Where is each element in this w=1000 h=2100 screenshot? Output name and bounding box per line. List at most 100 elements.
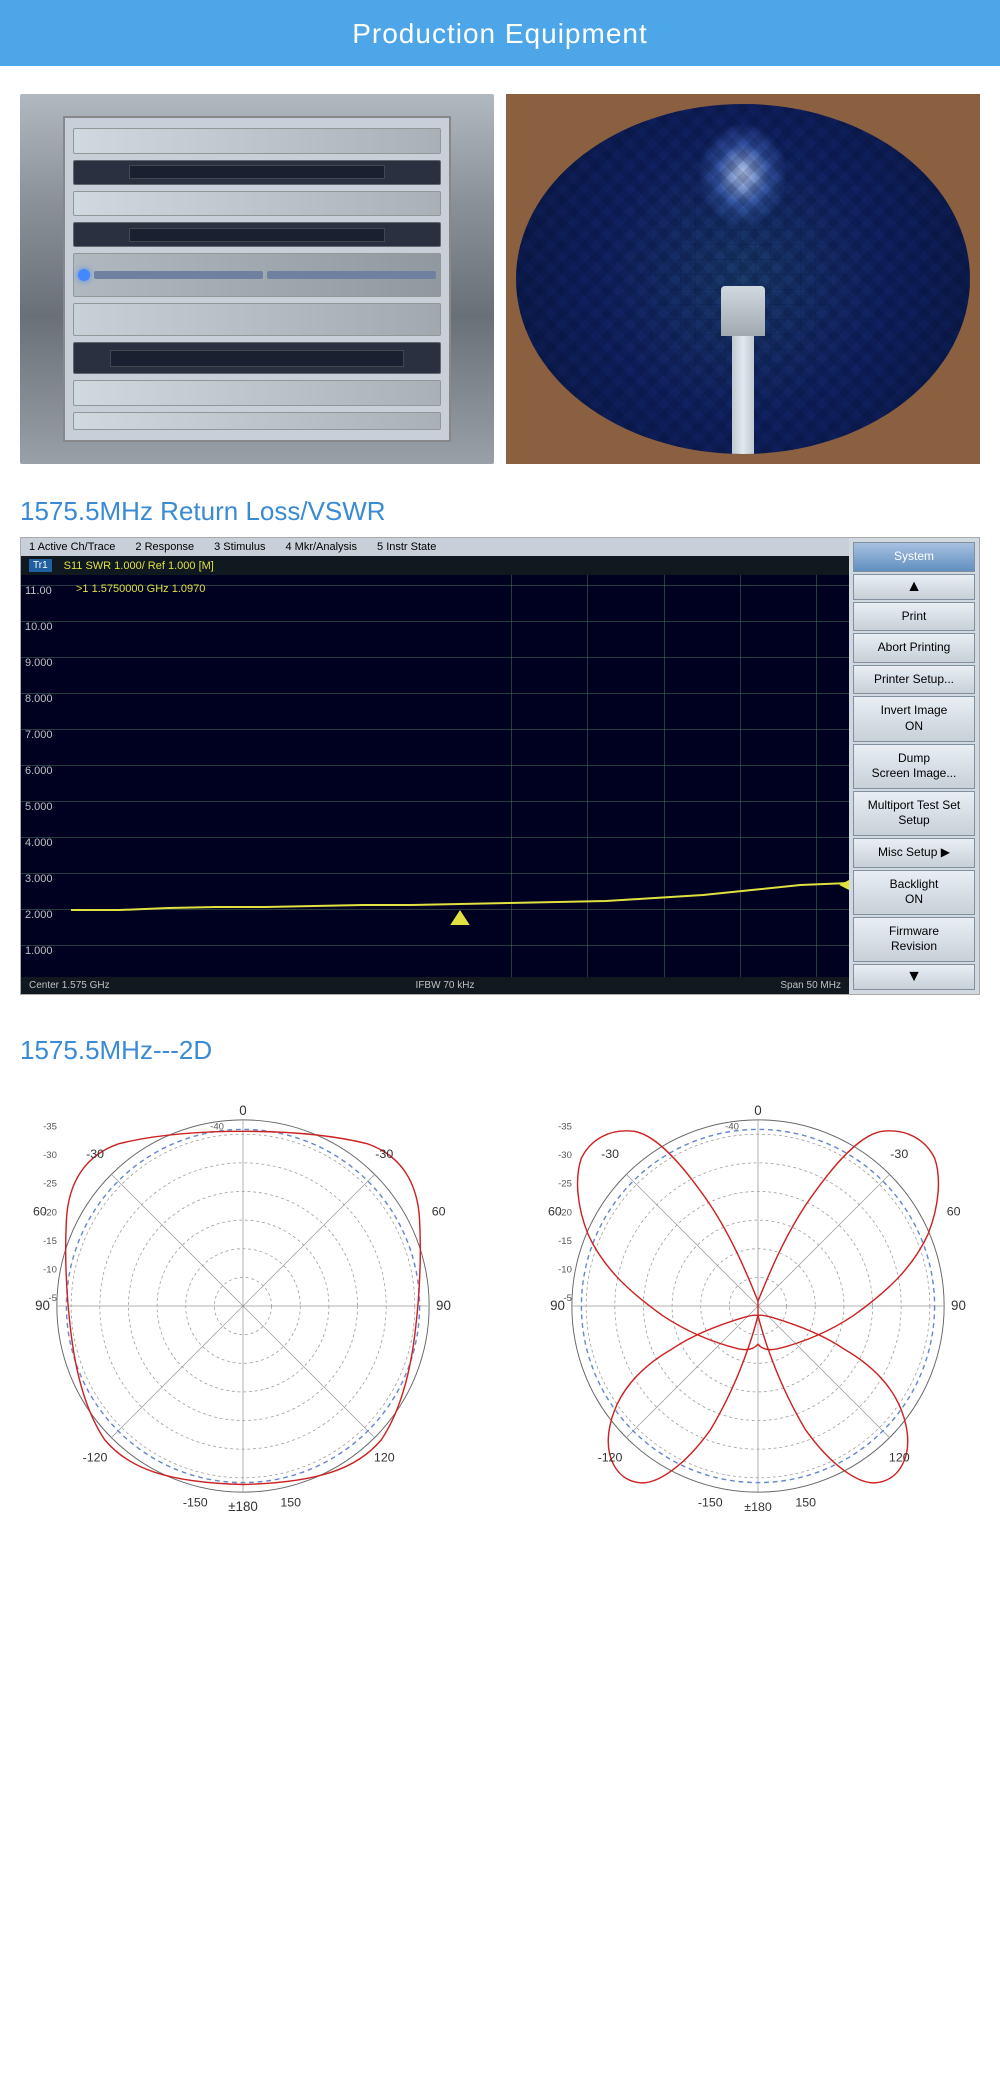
dump-screen-button[interactable]: DumpScreen Image... <box>853 744 975 789</box>
svg-text:±180: ±180 <box>744 1500 772 1514</box>
multiport-test-button[interactable]: Multiport Test SetSetup <box>853 791 975 836</box>
svg-text:-120: -120 <box>597 1450 622 1464</box>
svg-text:150: 150 <box>795 1495 816 1509</box>
span-label: Span 50 MHz <box>780 980 841 991</box>
grid-h-line <box>21 945 849 946</box>
antenna-head <box>721 286 765 336</box>
svg-text:-35: -35 <box>43 1121 57 1132</box>
svg-text:-25: -25 <box>43 1179 57 1190</box>
analyzer-sidebar: System ▲ Print Abort Printing Printer Se… <box>849 538 979 994</box>
svg-text:-30: -30 <box>43 1150 57 1161</box>
polar-charts-row: 0 ±180 90 90 -30 -30 -120 120 -5 -10 -15… <box>0 1096 1000 1516</box>
polar-chart-left-svg: 0 ±180 90 90 -30 -30 -120 120 -5 -10 -15… <box>33 1096 453 1516</box>
chamber-image <box>506 94 980 464</box>
topbar-item-5[interactable]: 5 Instr State <box>377 541 436 553</box>
svg-text:-30: -30 <box>86 1147 104 1161</box>
rack-unit-1 <box>73 128 442 153</box>
y-axis-label: 3.000 <box>25 873 53 885</box>
misc-setup-button[interactable]: Misc Setup ▶ <box>853 838 975 868</box>
y-axis-label: 8.000 <box>25 693 53 705</box>
page-title: Production Equipment <box>0 18 1000 50</box>
y-axis-label: 4.000 <box>25 837 53 849</box>
y-axis-label: 11.00 <box>25 585 52 597</box>
y-axis-label: 5.000 <box>25 801 53 813</box>
analyzer-mode-label: S11 SWR 1.000/ Ref 1.000 [M] <box>64 560 214 572</box>
polar-chart-right: 0 ±180 90 90 -30 -30 -120 120 -5 -10 -15… <box>548 1096 968 1516</box>
section2-title: 1575.5MHz---2D <box>0 1015 1000 1076</box>
marker-arrow-right <box>839 880 849 890</box>
svg-text:-30: -30 <box>375 1147 393 1161</box>
svg-text:0: 0 <box>754 1103 761 1118</box>
backlight-button[interactable]: BacklightON <box>853 870 975 915</box>
analyzer-subbar: Tr1 S11 SWR 1.000/ Ref 1.000 [M] <box>21 556 849 575</box>
y-axis-label: 2.000 <box>25 909 53 921</box>
svg-text:-15: -15 <box>43 1236 57 1247</box>
rack-unit-display2 <box>73 222 442 247</box>
svg-text:-40: -40 <box>210 1121 224 1132</box>
printer-setup-button[interactable]: Printer Setup... <box>853 665 975 695</box>
nav-down-button[interactable]: ▼ <box>853 964 975 990</box>
equipment-images-section <box>0 66 1000 484</box>
topbar-item-4[interactable]: 4 Mkr/Analysis <box>285 541 357 553</box>
y-axis-label: 6.000 <box>25 765 53 777</box>
svg-text:90: 90 <box>951 1298 966 1313</box>
svg-text:-150: -150 <box>697 1495 722 1509</box>
svg-text:120: 120 <box>888 1450 909 1464</box>
svg-text:-15: -15 <box>558 1236 572 1247</box>
svg-text:90: 90 <box>436 1298 451 1313</box>
analyzer-trace-svg <box>71 585 849 945</box>
center-freq-label: Center 1.575 GHz <box>29 980 110 991</box>
y-axis-label: 1.000 <box>25 945 53 957</box>
rack-unit-display3 <box>73 342 442 374</box>
svg-text:-10: -10 <box>558 1264 572 1275</box>
svg-text:±180: ±180 <box>228 1499 258 1514</box>
rack-unit-6 <box>73 412 442 430</box>
nav-up-button[interactable]: ▲ <box>853 574 975 600</box>
svg-text:60: 60 <box>431 1204 445 1218</box>
polar-chart-left: 0 ±180 90 90 -30 -30 -120 120 -5 -10 -15… <box>33 1096 453 1516</box>
y-axis-label: 7.000 <box>25 729 53 741</box>
svg-text:-40: -40 <box>725 1121 739 1132</box>
svg-text:-60: -60 <box>548 1204 562 1218</box>
antenna-pole <box>732 334 754 454</box>
system-button[interactable]: System <box>853 542 975 572</box>
y-axis-label: 10.00 <box>25 621 53 633</box>
firmware-revision-button[interactable]: FirmwareRevision <box>853 917 975 962</box>
rack-unit-5 <box>73 380 442 405</box>
svg-text:-120: -120 <box>82 1450 107 1464</box>
analyzer-bottom-bar: Center 1.575 GHz IFBW 70 kHz Span 50 MHz <box>21 977 849 994</box>
polar-chart-right-svg: 0 ±180 90 90 -30 -30 -120 120 -5 -10 -15… <box>548 1096 968 1516</box>
svg-text:-30: -30 <box>558 1150 572 1161</box>
svg-text:-150: -150 <box>182 1495 207 1509</box>
analyzer-plot: (function() { const yLabels = ['11.00','… <box>21 575 849 977</box>
page-header: Production Equipment <box>0 0 1000 66</box>
analyzer-topbar: 1 Active Ch/Trace 2 Response 3 Stimulus … <box>21 538 849 556</box>
svg-text:60: 60 <box>946 1204 960 1218</box>
rack-image <box>20 94 494 464</box>
rack-unit-display1 <box>73 160 442 185</box>
y-axis-label: 9.000 <box>25 657 53 669</box>
analyzer-main: 1 Active Ch/Trace 2 Response 3 Stimulus … <box>21 538 849 994</box>
svg-text:-5: -5 <box>563 1293 571 1304</box>
abort-printing-button[interactable]: Abort Printing <box>853 633 975 663</box>
rack-unit-3 <box>73 253 442 297</box>
svg-text:0: 0 <box>239 1103 246 1118</box>
trace-line <box>71 883 849 910</box>
svg-text:-30: -30 <box>890 1147 908 1161</box>
print-button[interactable]: Print <box>853 602 975 632</box>
svg-text:-30: -30 <box>601 1147 619 1161</box>
marker-triangle <box>450 910 469 925</box>
topbar-item-1[interactable]: 1 Active Ch/Trace <box>29 541 115 553</box>
rack-unit-4 <box>73 303 442 335</box>
active-ch-label: Tr1 <box>29 559 52 572</box>
svg-text:-5: -5 <box>48 1293 56 1304</box>
svg-text:-35: -35 <box>558 1121 572 1132</box>
topbar-item-3[interactable]: 3 Stimulus <box>214 541 265 553</box>
invert-image-button[interactable]: Invert ImageON <box>853 696 975 741</box>
topbar-item-2[interactable]: 2 Response <box>135 541 194 553</box>
svg-text:150: 150 <box>280 1495 301 1509</box>
analyzer-container: 1 Active Ch/Trace 2 Response 3 Stimulus … <box>20 537 980 995</box>
rack-unit-2 <box>73 191 442 216</box>
svg-text:-25: -25 <box>558 1179 572 1190</box>
svg-text:-60: -60 <box>33 1204 47 1218</box>
